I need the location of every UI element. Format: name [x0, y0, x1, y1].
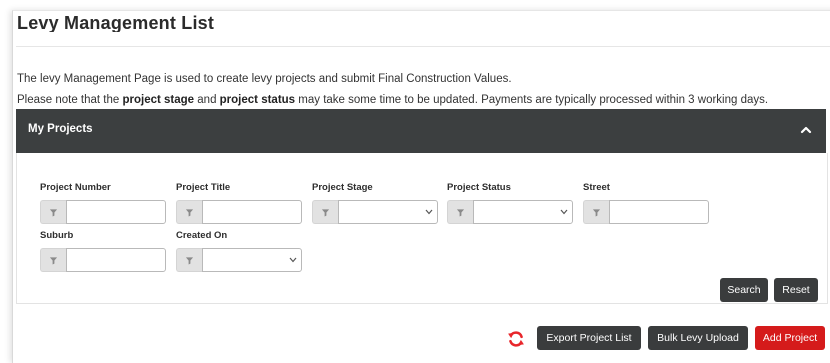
project-number-filter: Project Number — [40, 182, 166, 224]
created-on-select[interactable] — [202, 248, 302, 272]
export-project-list-button[interactable]: Export Project List — [537, 326, 641, 350]
intro-text: The levy Management Page is used to crea… — [17, 69, 768, 111]
street-label: Street — [583, 182, 610, 193]
project-number-label: Project Number — [40, 182, 111, 193]
project-title-label: Project Title — [176, 182, 231, 193]
intro-line-1: The levy Management Page is used to crea… — [17, 73, 512, 85]
project-stage-label: Project Stage — [312, 182, 373, 193]
chevron-down-icon — [289, 257, 297, 263]
filter-icon[interactable] — [447, 200, 473, 224]
suburb-label: Suburb — [40, 230, 74, 241]
created-on-label: Created On — [176, 230, 228, 241]
suburb-input[interactable] — [66, 248, 166, 272]
chevron-up-icon[interactable] — [800, 124, 812, 136]
intro-line-2-end: may take some time to be updated. Paymen… — [295, 94, 769, 106]
intro-line-2-mid: and — [194, 94, 220, 106]
add-project-button[interactable]: Add Project — [755, 326, 825, 350]
project-title-input[interactable] — [202, 200, 302, 224]
project-number-input[interactable] — [66, 200, 166, 224]
filter-panel — [16, 153, 828, 304]
chevron-down-icon — [425, 209, 433, 215]
filter-icon[interactable] — [176, 200, 202, 224]
intro-project-status: project status — [219, 94, 296, 106]
my-projects-panel-header[interactable]: My Projects — [16, 109, 826, 153]
search-button[interactable]: Search — [720, 278, 768, 302]
title-divider — [16, 46, 830, 47]
project-status-filter: Project Status — [447, 182, 573, 224]
chevron-down-icon — [560, 209, 568, 215]
project-status-label: Project Status — [447, 182, 511, 193]
suburb-filter: Suburb — [40, 230, 166, 272]
filter-icon[interactable] — [40, 200, 66, 224]
project-title-filter: Project Title — [176, 182, 302, 224]
street-filter: Street — [583, 182, 709, 224]
filter-icon[interactable] — [40, 248, 66, 272]
intro-line-2: Please note that the project stage and p… — [17, 90, 768, 111]
project-stage-select[interactable] — [338, 200, 438, 224]
intro-project-stage: project stage — [122, 94, 195, 106]
filter-icon[interactable] — [176, 248, 202, 272]
project-stage-filter: Project Stage — [312, 182, 438, 224]
bulk-levy-upload-button[interactable]: Bulk Levy Upload — [648, 326, 748, 350]
filter-icon[interactable] — [583, 200, 609, 224]
refresh-icon[interactable] — [507, 330, 525, 348]
filter-icon[interactable] — [312, 200, 338, 224]
intro-line-2-start: Please note that the — [17, 94, 123, 106]
reset-button[interactable]: Reset — [774, 278, 818, 302]
panel-title: My Projects — [28, 123, 93, 135]
project-status-select[interactable] — [473, 200, 573, 224]
page-title: Levy Management List — [17, 13, 215, 32]
street-input[interactable] — [609, 200, 709, 224]
created-on-filter: Created On — [176, 230, 302, 272]
